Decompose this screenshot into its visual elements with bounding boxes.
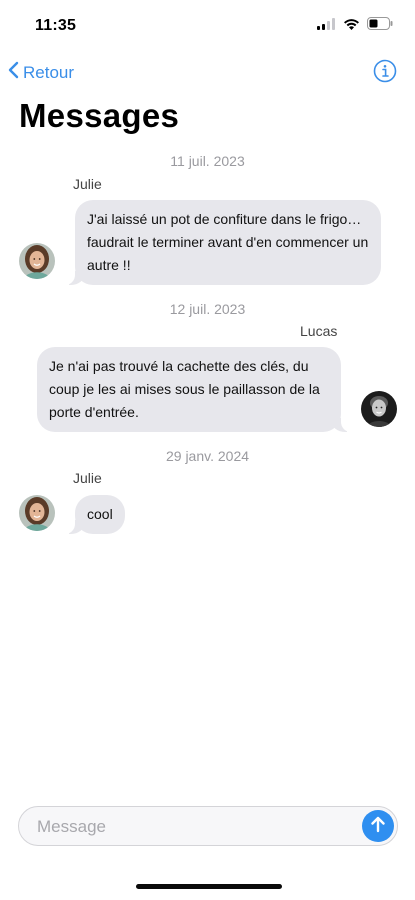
info-button[interactable]	[373, 59, 397, 88]
avatar-julie[interactable]	[19, 495, 55, 531]
message-text: Je n'ai pas trouvé la cachette des clés,…	[49, 358, 320, 420]
date-separator: 29 janv. 2024	[165, 448, 250, 464]
date-separator: 12 juil. 2023	[169, 301, 246, 317]
message-bubble[interactable]: Je n'ai pas trouvé la cachette des clés,…	[37, 347, 353, 432]
message-bubble[interactable]: cool	[63, 495, 125, 534]
back-button[interactable]: Retour	[8, 61, 74, 84]
avatar-julie[interactable]	[19, 243, 55, 279]
send-button[interactable]	[362, 810, 394, 842]
cellular-signal-icon	[317, 17, 336, 35]
avatar-lucas[interactable]	[361, 391, 397, 427]
home-indicator	[136, 884, 282, 889]
arrow-up-icon	[370, 815, 386, 838]
status-bar: 11:35	[0, 0, 415, 50]
page-title: Messages	[19, 97, 180, 134]
status-icons	[317, 17, 393, 35]
back-label: Retour	[23, 62, 75, 82]
message-text: cool	[87, 506, 113, 522]
info-circle-icon	[373, 59, 397, 87]
status-time: 11:35	[35, 17, 77, 34]
wifi-icon	[343, 17, 360, 35]
sender-name: Julie	[73, 176, 102, 192]
sender-name: Julie	[73, 470, 102, 486]
message-bubble[interactable]: J'ai laissé un pot de confiture dans le …	[63, 200, 381, 285]
message-composer	[18, 806, 398, 847]
message-text: J'ai laissé un pot de confiture dans le …	[87, 211, 369, 273]
navigation-bar: Retour	[0, 55, 415, 91]
message-input[interactable]	[35, 807, 359, 847]
sender-name: Lucas	[300, 323, 338, 339]
date-separator: 11 juil. 2023	[170, 153, 245, 169]
battery-icon	[367, 17, 393, 35]
chevron-left-icon	[8, 61, 23, 84]
